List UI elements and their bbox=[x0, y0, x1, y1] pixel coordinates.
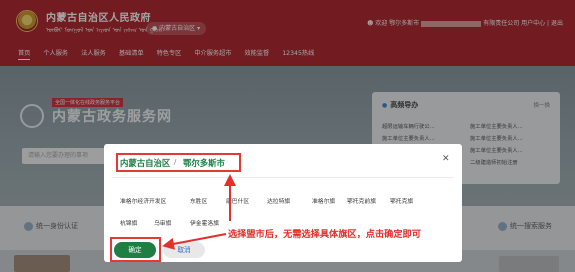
district-option[interactable]: 准格尔经济开发区 bbox=[120, 196, 166, 205]
crumb-separator: / bbox=[174, 158, 177, 166]
district-option[interactable]: 乌审旗 bbox=[154, 218, 171, 227]
district-option[interactable]: 准格尔旗 bbox=[312, 196, 335, 205]
dialog-divider bbox=[112, 177, 454, 178]
district-option[interactable]: 鄂托克旗 bbox=[390, 196, 413, 205]
district-option[interactable]: 伊金霍洛旗 bbox=[190, 218, 219, 227]
district-option[interactable]: 达拉特旗 bbox=[267, 196, 290, 205]
district-option[interactable]: 东胜区 bbox=[190, 196, 207, 205]
confirm-button[interactable]: 确定 bbox=[114, 242, 156, 258]
cancel-button[interactable]: 取消 bbox=[163, 242, 205, 258]
crumb-region[interactable]: 内蒙古自治区 bbox=[120, 157, 170, 169]
district-option[interactable]: 鄂托克前旗 bbox=[347, 196, 376, 205]
close-icon[interactable]: ✕ bbox=[442, 154, 450, 164]
crumb-city[interactable]: 鄂尔多斯市 bbox=[183, 157, 225, 169]
annotation-text: 选择盟市后，无需选择具体旗区，点击确定即可 bbox=[228, 229, 421, 240]
district-option[interactable]: 康巴什区 bbox=[226, 196, 249, 205]
district-option[interactable]: 杭锦旗 bbox=[120, 218, 137, 227]
